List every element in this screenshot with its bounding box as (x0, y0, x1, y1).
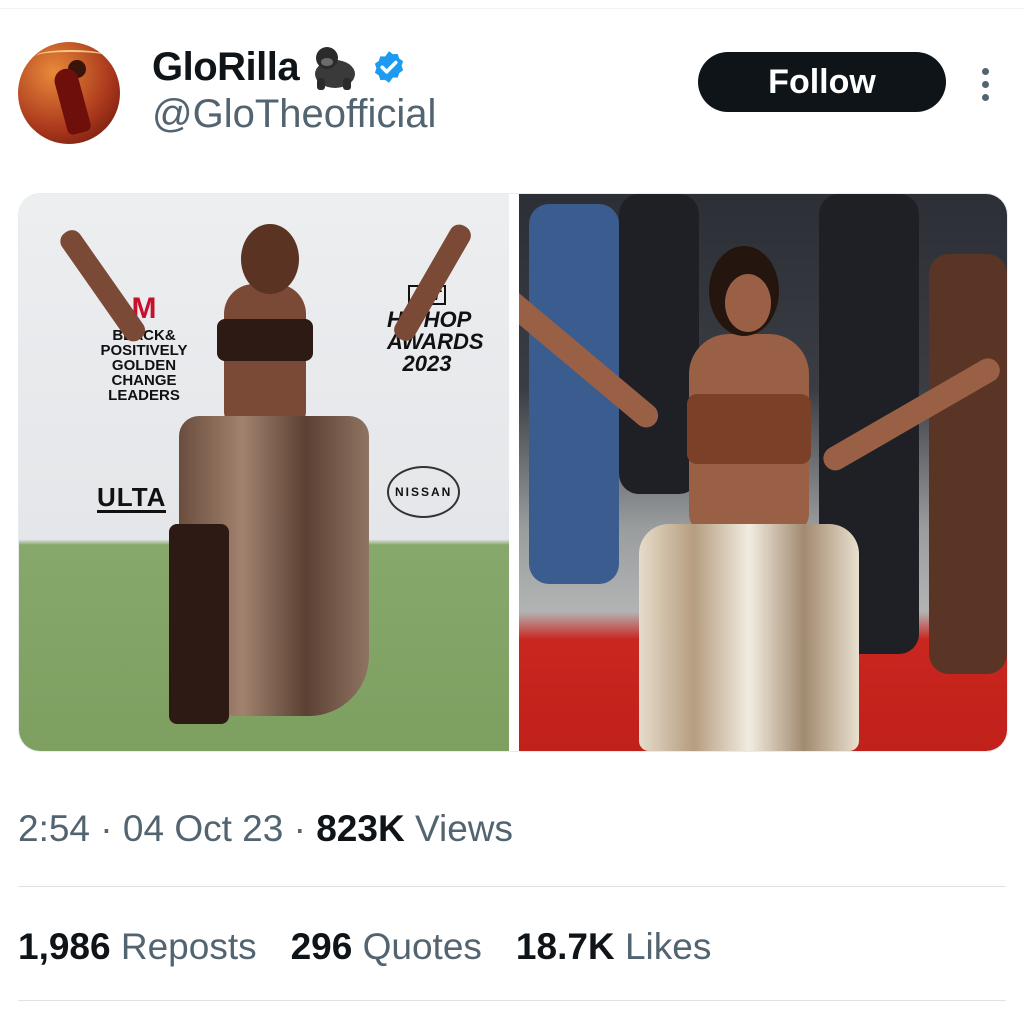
user-handle[interactable]: @GloTheofficial (152, 92, 436, 137)
tweet-media[interactable]: M BLACK& POSITIVELY GOLDEN CHANGE LEADERS… (18, 193, 1008, 752)
verified-badge-icon (375, 51, 404, 83)
left-photo[interactable]: M BLACK& POSITIVELY GOLDEN CHANGE LEADERS… (19, 194, 509, 751)
divider (18, 1000, 1006, 1001)
views-count[interactable]: 823K (316, 808, 404, 849)
crowd-figure (929, 254, 1007, 674)
sponsor-ulta-text: ULTA (97, 482, 167, 513)
likes-stat[interactable]: 18.7K Likes (516, 926, 711, 968)
sponsor-nissan-text: NISSAN (387, 466, 461, 518)
separator: · (100, 808, 113, 849)
top-divider (0, 8, 1024, 9)
views-label: Views (414, 808, 513, 849)
reposts-stat[interactable]: 1,986 Reposts (18, 926, 257, 968)
tweet-timestamp-row: 2:54 · 04 Oct 23 · 823K Views (18, 808, 513, 850)
engagement-stats: 1,986 Reposts 296 Quotes 18.7K Likes (18, 926, 711, 968)
name-row: GloRilla (152, 44, 407, 90)
figure-head (241, 224, 299, 294)
figure-top (687, 394, 811, 464)
more-vertical-icon[interactable] (968, 62, 1002, 106)
figure-top (217, 319, 313, 361)
quotes-stat[interactable]: 296 Quotes (291, 926, 482, 968)
display-name[interactable]: GloRilla (152, 45, 300, 90)
follow-button[interactable]: Follow (698, 52, 946, 112)
figure-pants (639, 524, 859, 751)
tweet-time[interactable]: 2:54 (18, 808, 90, 849)
separator: · (293, 808, 306, 849)
avatar[interactable] (18, 42, 120, 144)
tweet-date[interactable]: 04 Oct 23 (123, 808, 283, 849)
figure-boots (169, 524, 229, 724)
tweet-header: GloRilla @GloTheofficial Follow (18, 40, 1006, 150)
divider (18, 886, 1006, 887)
right-photo[interactable] (519, 194, 1007, 751)
gorilla-icon (309, 44, 361, 90)
figure-head (725, 274, 771, 332)
